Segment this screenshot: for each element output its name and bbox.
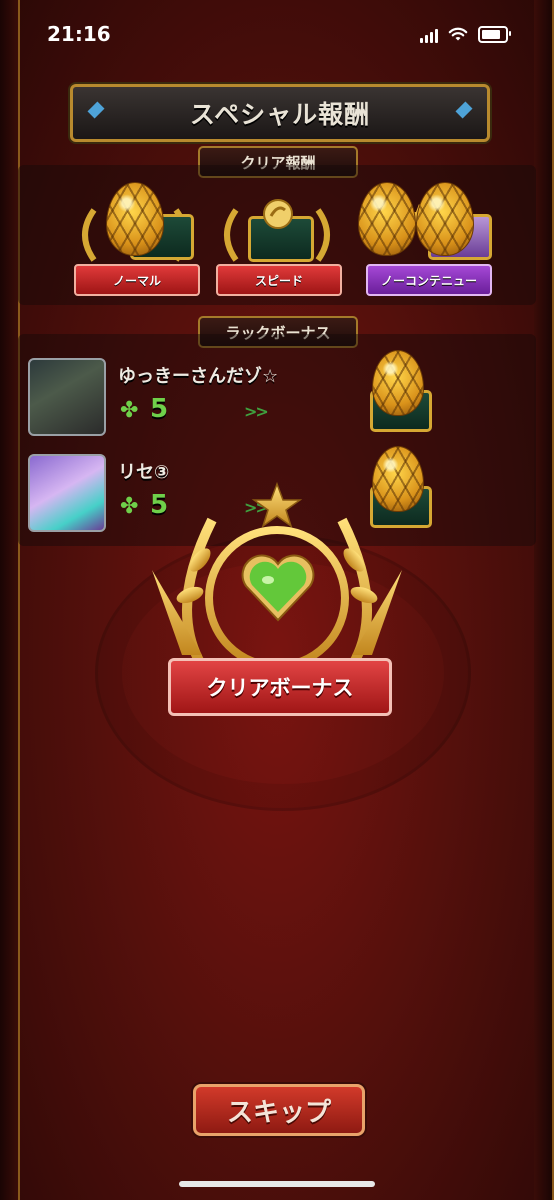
skip-button-label: スキップ (226, 1097, 331, 1128)
reward-ribbon: ノーコンテニュー (366, 264, 492, 296)
home-indicator[interactable] (179, 1181, 375, 1187)
player-avatar (28, 454, 106, 532)
reward-ribbon: スピード (216, 264, 342, 296)
left-frame (0, 0, 20, 1200)
banner-gem-icon (455, 101, 473, 119)
green-heart-icon (241, 554, 315, 622)
gold-egg-icon (358, 182, 416, 256)
banner-gem-icon (87, 101, 105, 119)
title-banner: スペシャル報酬 (70, 84, 490, 142)
wifi-icon (448, 27, 468, 41)
player-name: ゆっきーさんだゾ☆ (118, 366, 279, 387)
luck-row: ゆっきーさんだゾ☆ ✤ 5 >> (28, 350, 468, 436)
gold-egg-icon (106, 182, 164, 256)
status-bar: 21:16 (0, 0, 554, 70)
page-title: スペシャル報酬 (189, 100, 371, 129)
clear-bonus-emblem: クリアボーナス (142, 480, 412, 750)
luck-value: 5 (150, 394, 169, 424)
clear-bonus-ribbon: クリアボーナス (168, 658, 392, 716)
status-icons (420, 26, 511, 43)
reward-speed: スピード (212, 180, 342, 310)
arrows-icon: >> (244, 402, 269, 421)
skip-button[interactable]: スキップ (193, 1084, 365, 1136)
gold-egg-icon (372, 350, 424, 416)
status-time: 21:16 (47, 22, 111, 46)
reward-no-continue: ノーコンテニュー (358, 180, 492, 310)
battery-icon (478, 26, 511, 43)
gold-egg-icon (416, 182, 474, 256)
player-avatar (28, 358, 106, 436)
right-frame (534, 0, 554, 1200)
clover-icon: ✤ (120, 494, 139, 519)
speed-medal-icon (263, 199, 293, 229)
signal-icon (420, 27, 438, 43)
reward-normal: ノーマル (70, 180, 200, 310)
reward-ribbon: ノーマル (74, 264, 200, 296)
clover-icon: ✤ (120, 398, 139, 423)
clear-bonus-label: クリアボーナス (206, 676, 354, 700)
